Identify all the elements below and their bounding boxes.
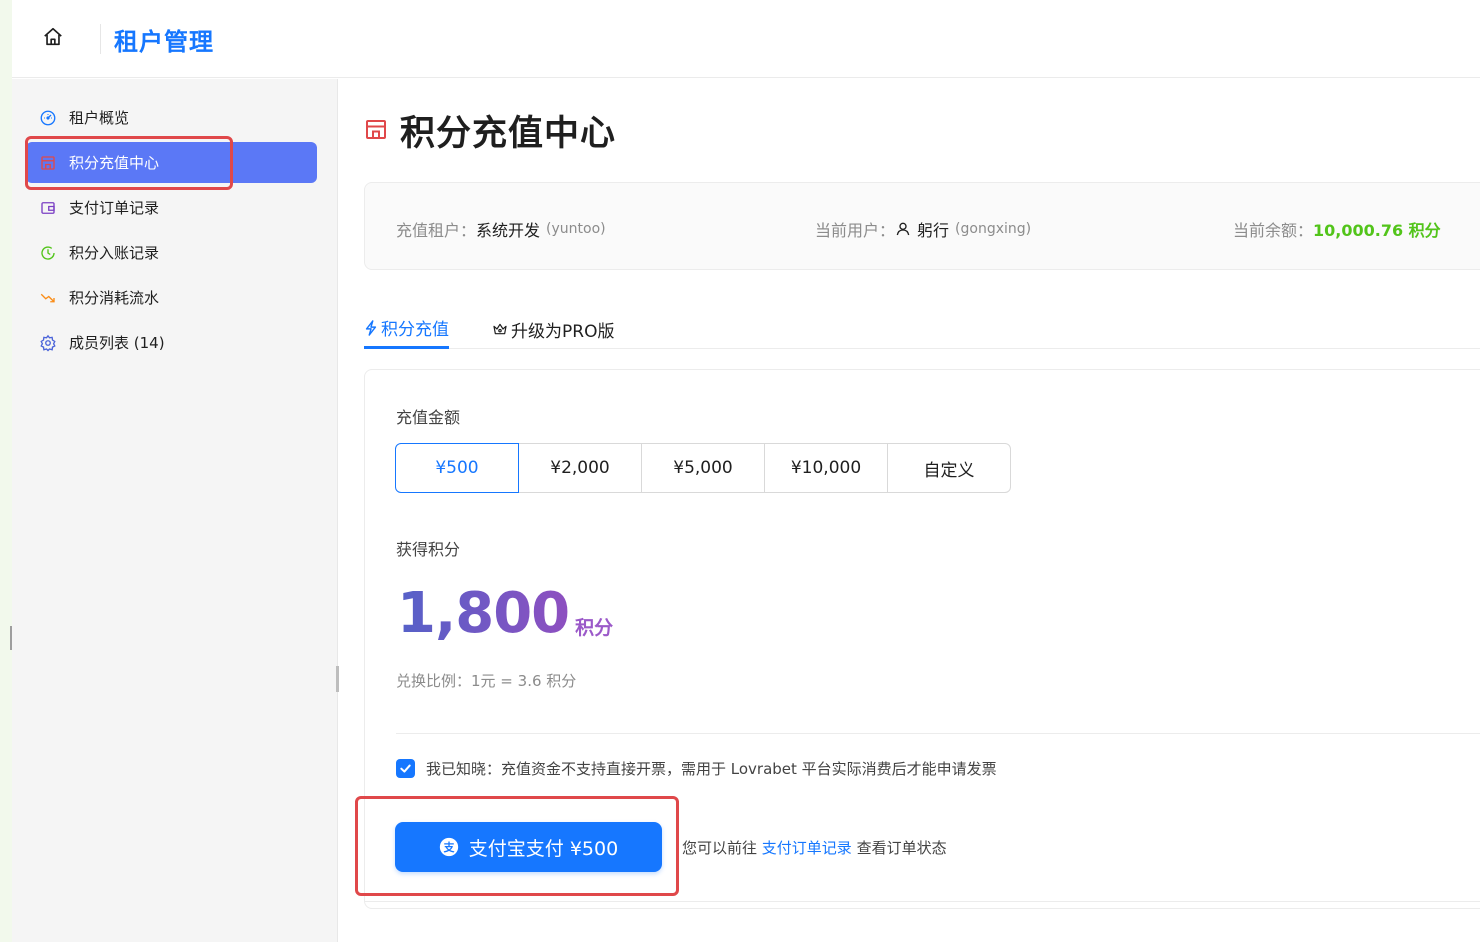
home-icon — [42, 26, 64, 52]
tenant-code: (yuntoo) — [546, 221, 606, 237]
recharge-tabs: 积分充值 升级为PRO版 — [364, 299, 1480, 349]
amount-options: ¥500 ¥2,000 ¥5,000 ¥10,000 自定义 — [395, 443, 1011, 493]
tenant-info: 充值租户： 系统开发 (yuntoo) — [396, 217, 606, 241]
sidebar-item-label: 成员列表 (14) — [69, 334, 165, 352]
sidebar-item-member-list[interactable]: 成员列表 (14) — [26, 322, 317, 363]
balance-value: 10,000.76 积分 — [1313, 221, 1441, 240]
sidebar-item-tenant-overview[interactable]: 租户概览 — [26, 97, 317, 138]
user-icon — [895, 221, 911, 237]
payment-hint: 您可以前往 支付订单记录 查看订单状态 — [682, 837, 947, 858]
tenant-value: 系统开发 — [476, 221, 541, 240]
svg-text:支: 支 — [442, 840, 454, 854]
user-value: 躬行 — [917, 221, 950, 240]
sidebar-item-payment-orders[interactable]: 支付订单记录 — [26, 187, 317, 228]
agreement-checkbox[interactable] — [396, 759, 415, 778]
tenant-label: 充值租户： — [396, 221, 477, 240]
sidebar-item-label: 租户概览 — [69, 109, 130, 127]
window-edge-strip — [0, 0, 12, 942]
divider — [396, 733, 1480, 734]
sidebar-item-label: 积分消耗流水 — [69, 289, 160, 307]
exchange-ratio: 兑换比例：1元 = 3.6 积分 — [396, 672, 577, 690]
header-divider — [100, 24, 101, 54]
bottom-divider — [364, 901, 1480, 902]
tab-points-recharge[interactable]: 积分充值 — [364, 309, 449, 349]
main-content: 积分充值中心 充值租户： 系统开发 (yuntoo) 当前用户： 躬行 (gon… — [340, 79, 1480, 942]
sidebar-item-label: 积分入账记录 — [69, 244, 160, 262]
hint-suffix: 查看订单状态 — [856, 839, 947, 857]
sidebar-item-points-consumption[interactable]: 积分消耗流水 — [26, 277, 317, 318]
clock-icon — [38, 243, 58, 263]
tab-label: 升级为PRO版 — [511, 321, 615, 342]
points-display: 1,800 积分 — [397, 582, 613, 646]
trend-down-icon — [38, 288, 58, 308]
shop-icon — [38, 153, 58, 173]
wallet-icon — [38, 198, 58, 218]
user-info: 当前用户： 躬行 (gongxing) — [815, 217, 1031, 241]
amount-label: 充值金额 — [396, 408, 461, 427]
tab-label: 积分充值 — [381, 320, 449, 340]
balance-label: 当前余额： — [1233, 221, 1314, 240]
user-label: 当前用户： — [815, 221, 896, 240]
agreement-text: 我已知晓：充值资金不支持直接开票，需用于 Lovrabet 平台实际消费后才能申… — [426, 760, 997, 778]
gear-icon — [38, 333, 58, 353]
page-header: 积分充值中心 — [364, 105, 616, 156]
user-code: (gongxing) — [955, 221, 1032, 237]
recharge-panel: 充值金额 ¥500 ¥2,000 ¥5,000 ¥10,000 自定义 获得积分… — [364, 369, 1480, 909]
amount-option-2000[interactable]: ¥2,000 — [518, 443, 642, 493]
sidebar-item-points-recharge[interactable]: 积分充值中心 — [26, 142, 317, 183]
page-title: 积分充值中心 — [400, 114, 617, 154]
amount-option-custom[interactable]: 自定义 — [887, 443, 1011, 493]
dashboard-icon — [38, 108, 58, 128]
agreement-row: 我已知晓：充值资金不支持直接开票，需用于 Lovrabet 平台实际消费后才能申… — [396, 758, 997, 779]
alipay-icon: 支 — [439, 837, 459, 857]
sidebar-item-label: 积分充值中心 — [69, 154, 160, 172]
amount-option-10000[interactable]: ¥10,000 — [764, 443, 888, 493]
points-label: 获得积分 — [396, 540, 461, 559]
app-title: 租户管理 — [114, 28, 214, 56]
balance-info: 当前余额： 10,000.76 积分 — [1233, 217, 1441, 241]
amount-option-500[interactable]: ¥500 — [395, 443, 519, 493]
crown-icon — [492, 321, 508, 337]
home-button[interactable] — [40, 26, 66, 52]
top-header: 租户管理 — [12, 0, 1480, 78]
account-info-card: 充值租户： 系统开发 (yuntoo) 当前用户： 躬行 (gongxing) … — [364, 182, 1480, 270]
sidebar-item-label: 支付订单记录 — [69, 199, 160, 217]
points-unit: 积分 — [575, 617, 614, 639]
tab-upgrade-pro[interactable]: 升级为PRO版 — [492, 309, 614, 349]
payment-orders-link[interactable]: 支付订单记录 — [762, 839, 852, 857]
points-value: 1,800 — [397, 581, 570, 646]
shop-icon — [364, 117, 388, 145]
alipay-pay-button[interactable]: 支 支付宝支付 ¥500 — [395, 822, 662, 872]
lightning-icon — [364, 319, 378, 336]
sidebar-resize-handle[interactable] — [336, 666, 339, 692]
hint-prefix: 您可以前往 — [682, 839, 758, 857]
amount-option-5000[interactable]: ¥5,000 — [641, 443, 765, 493]
sidebar-item-points-income[interactable]: 积分入账记录 — [26, 232, 317, 273]
sidebar: 租户概览 积分充值中心 支付订单记录 积分入账记录 积分消耗流水 成员列表 (1… — [12, 79, 338, 942]
pay-button-label: 支付宝支付 ¥500 — [468, 837, 619, 860]
